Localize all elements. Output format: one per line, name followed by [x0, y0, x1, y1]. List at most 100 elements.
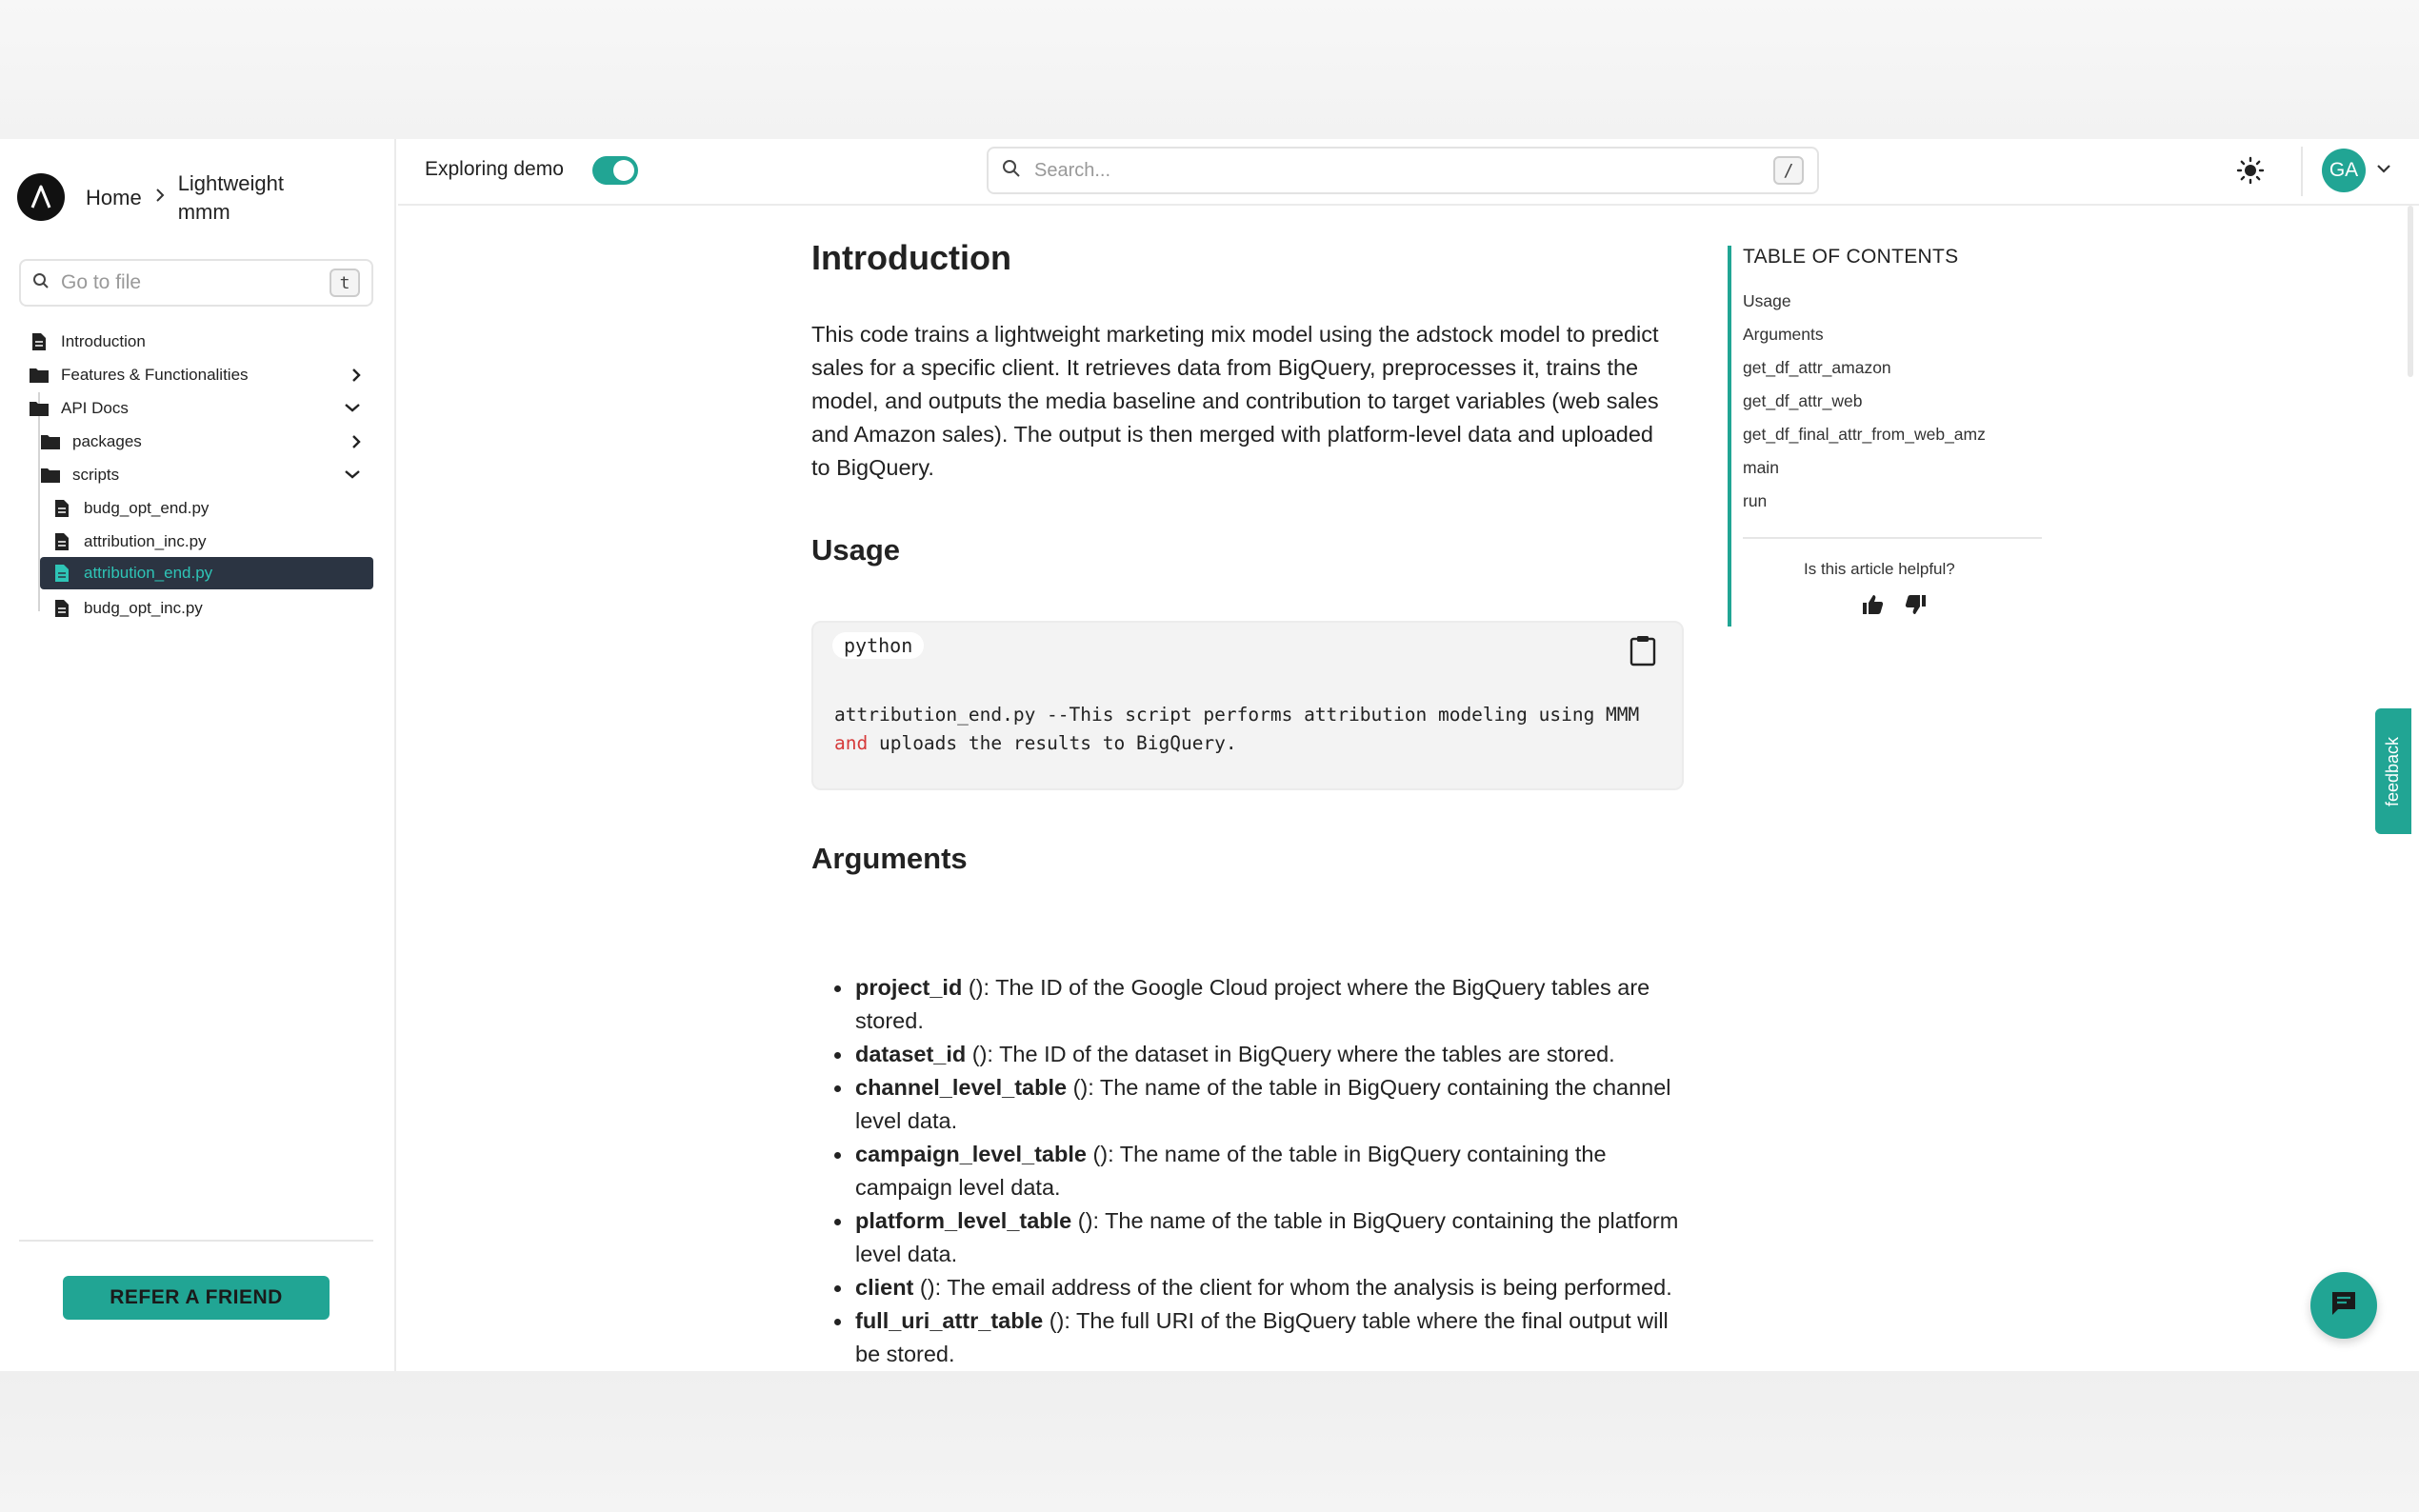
exploring-demo-toggle[interactable]	[592, 156, 638, 185]
arguments-list: project_id (): The ID of the Google Clou…	[811, 971, 1688, 1371]
argument-name: platform_level_table	[855, 1208, 1072, 1233]
feedback-label: feedback	[2383, 736, 2403, 806]
list-item: dataset_id (): The ID of the dataset in …	[811, 1038, 1688, 1071]
thumbs-down-icon[interactable]	[1905, 594, 1928, 620]
argument-name: project_id	[855, 975, 963, 1000]
folder-icon	[29, 400, 50, 417]
code-keyword: and	[834, 732, 869, 754]
sun-icon[interactable]	[2236, 156, 2265, 189]
argument-name: channel_level_table	[855, 1075, 1068, 1100]
top-bar: Exploring demo Search... / GA	[398, 139, 2419, 206]
code-block: python attribution_end.py --This script …	[811, 621, 1684, 790]
breadcrumb-home[interactable]: Home	[86, 186, 142, 210]
sidebar-divider	[19, 1240, 373, 1242]
sidebar-item-attribution-end[interactable]: attribution_end.py	[40, 557, 373, 589]
sidebar-item-budg-opt-end[interactable]: budg_opt_end.py	[51, 492, 373, 525]
sidebar-item-label: scripts	[72, 466, 120, 484]
feedback-tab[interactable]: feedback	[2375, 708, 2411, 834]
code-text: uploads the results to BigQuery.	[868, 732, 1237, 754]
chevron-right-icon[interactable]	[350, 432, 362, 456]
sidebar-item-introduction[interactable]: Introduction	[29, 326, 373, 358]
argument-name: dataset_id	[855, 1042, 967, 1066]
browser-top-area	[0, 0, 2419, 139]
sidebar-item-features[interactable]: Features & Functionalities	[29, 359, 373, 391]
code-content: attribution_end.py --This script perform…	[834, 701, 1672, 758]
search-icon	[32, 272, 50, 294]
toc-item-usage[interactable]: Usage	[1743, 291, 1791, 311]
exploring-demo-label: Exploring demo	[425, 158, 564, 180]
breadcrumb: Home Lightweight mmm	[86, 169, 321, 227]
page-title: Introduction	[811, 238, 1011, 277]
usage-heading: Usage	[811, 533, 901, 567]
list-item: campaign_level_table (): The name of the…	[811, 1138, 1688, 1204]
list-item: project_id (): The ID of the Google Clou…	[811, 971, 1688, 1038]
argument-name: full_uri_attr_table	[855, 1308, 1044, 1333]
sidebar-item-budg-opt-inc[interactable]: budg_opt_inc.py	[51, 592, 373, 625]
app-window: Home Lightweight mmm Go to file t Introd…	[0, 139, 2419, 1371]
chevron-down-icon[interactable]	[343, 466, 362, 485]
search-input[interactable]: Search... /	[987, 147, 1819, 194]
toc-item-main[interactable]: main	[1743, 458, 1779, 478]
toc-divider	[1743, 537, 2042, 539]
list-item: channel_level_table (): The name of the …	[811, 1071, 1688, 1138]
table-of-contents: TABLE OF CONTENTS Usage Arguments get_df…	[1728, 246, 2042, 627]
chevron-down-icon[interactable]	[2375, 162, 2392, 179]
sidebar-item-scripts[interactable]: scripts	[40, 459, 373, 491]
chevron-right-icon[interactable]	[350, 366, 362, 389]
sidebar-item-attribution-inc[interactable]: attribution_inc.py	[51, 526, 373, 558]
arguments-heading: Arguments	[811, 842, 968, 875]
argument-name: campaign_level_table	[855, 1142, 1087, 1166]
list-item: platform_level_table (): The name of the…	[811, 1204, 1688, 1271]
chevron-down-icon[interactable]	[343, 399, 362, 418]
search-shortcut-key: /	[1773, 156, 1804, 185]
file-icon	[51, 599, 72, 618]
breadcrumb-current: Lightweight mmm	[177, 171, 284, 224]
search-placeholder: Search...	[1034, 159, 1111, 181]
argument-desc: (): The ID of the dataset in BigQuery wh…	[966, 1042, 1615, 1066]
browser-bottom-area	[0, 1371, 2419, 1512]
file-icon	[51, 564, 72, 583]
logo-icon[interactable]	[17, 173, 65, 221]
toc-item-arguments[interactable]: Arguments	[1743, 325, 1824, 345]
folder-icon	[40, 433, 61, 450]
file-icon	[29, 332, 50, 351]
toc-title: TABLE OF CONTENTS	[1743, 246, 1959, 268]
argument-name: client	[855, 1275, 914, 1300]
sidebar-item-packages[interactable]: packages	[40, 426, 373, 458]
code-text: attribution_end.py --This script perform…	[834, 704, 1651, 726]
argument-desc: (): The ID of the Google Cloud project w…	[855, 975, 1650, 1033]
sidebar-item-label: Introduction	[61, 332, 146, 350]
argument-desc: (): The email address of the client for …	[913, 1275, 1672, 1300]
list-item: client (): The email address of the clie…	[811, 1271, 1688, 1304]
thumbs-up-icon[interactable]	[1861, 594, 1884, 620]
sidebar-item-label: packages	[72, 432, 142, 450]
sidebar-item-label: attribution_inc.py	[84, 532, 207, 550]
topbar-divider	[2301, 147, 2303, 196]
avatar[interactable]: GA	[2322, 149, 2366, 192]
chevron-right-icon	[153, 187, 167, 209]
scrollbar[interactable]	[2408, 206, 2413, 377]
sidebar-item-api-docs[interactable]: API Docs	[29, 392, 373, 425]
list-item: full_uri_attr_table (): The full URI of …	[811, 1304, 1688, 1371]
sidebar: Home Lightweight mmm Go to file t Introd…	[0, 139, 396, 1371]
refer-a-friend-button[interactable]: REFER A FRIEND	[63, 1276, 330, 1320]
helpful-question: Is this article helpful?	[1804, 560, 1955, 578]
intro-paragraph: This code trains a lightweight marketing…	[811, 322, 1659, 480]
go-to-file-input[interactable]: Go to file t	[19, 259, 373, 307]
sidebar-item-label: budg_opt_end.py	[84, 499, 210, 517]
chat-button[interactable]	[2310, 1272, 2377, 1339]
code-language-badge: python	[832, 632, 925, 659]
toc-item-get-df-attr-amazon[interactable]: get_df_attr_amazon	[1743, 358, 1891, 378]
toc-item-get-df-attr-web[interactable]: get_df_attr_web	[1743, 391, 1863, 411]
folder-icon	[29, 367, 50, 384]
go-to-file-placeholder: Go to file	[61, 271, 142, 293]
brand	[17, 173, 65, 221]
sidebar-item-label: attribution_end.py	[84, 564, 213, 582]
sidebar-item-label: API Docs	[61, 399, 129, 417]
search-icon	[1002, 159, 1021, 183]
toc-item-run[interactable]: run	[1743, 491, 1767, 511]
file-icon	[51, 532, 72, 551]
sidebar-item-label: Features & Functionalities	[61, 366, 249, 384]
toc-item-get-df-final-attr[interactable]: get_df_final_attr_from_web_amz	[1743, 425, 1986, 445]
clipboard-icon[interactable]	[1629, 634, 1657, 671]
